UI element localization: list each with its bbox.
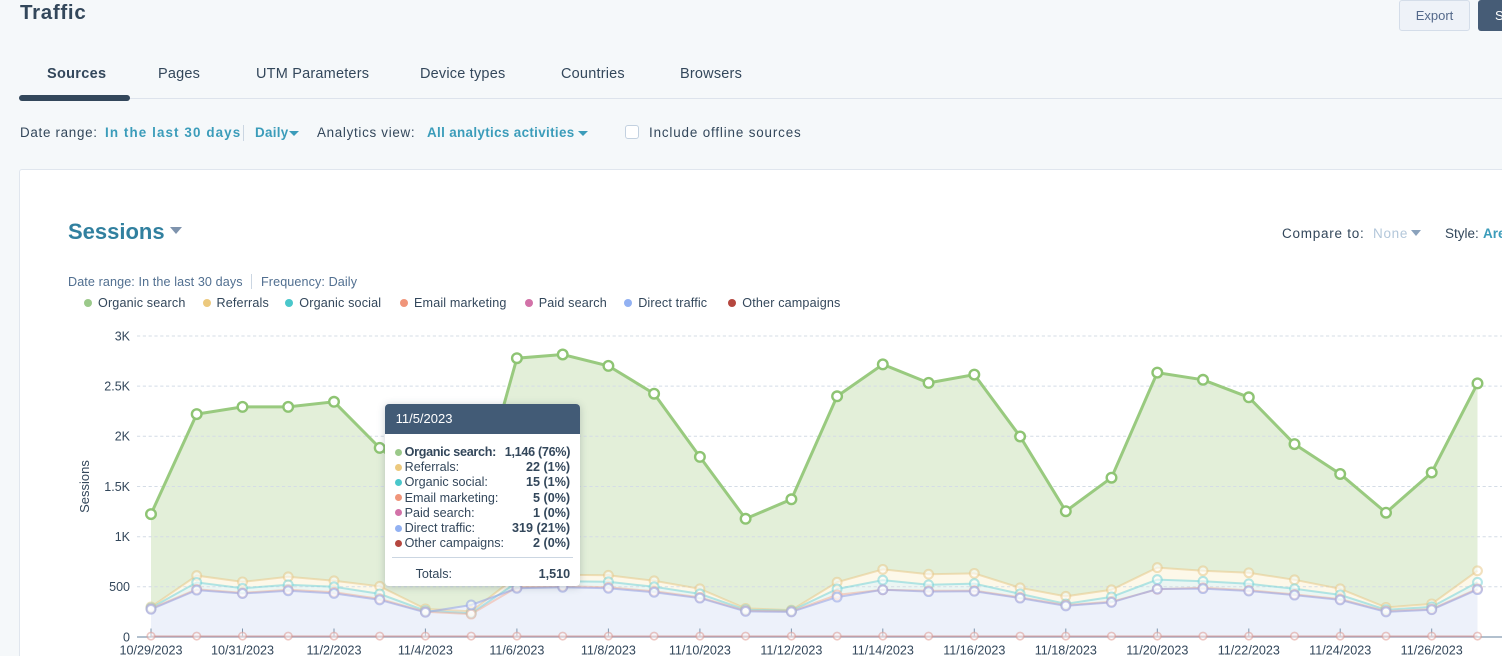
svg-text:Sessions: Sessions	[77, 460, 92, 513]
svg-text:11/2/2023: 11/2/2023	[306, 644, 361, 656]
svg-text:10/31/2023: 10/31/2023	[211, 644, 274, 656]
svg-text:11/12/2023: 11/12/2023	[760, 644, 822, 656]
svg-text:11/22/2023: 11/22/2023	[1218, 644, 1280, 656]
svg-text:10/29/2023: 10/29/2023	[119, 644, 182, 656]
svg-text:1.5K: 1.5K	[104, 480, 130, 494]
svg-text:11/14/2023: 11/14/2023	[852, 644, 914, 656]
svg-text:11/10/2023: 11/10/2023	[669, 644, 731, 656]
svg-text:11/16/2023: 11/16/2023	[943, 644, 1005, 656]
svg-text:2K: 2K	[115, 430, 131, 444]
svg-text:11/24/2023: 11/24/2023	[1309, 644, 1371, 656]
svg-text:11/18/2023: 11/18/2023	[1035, 644, 1097, 656]
svg-text:11/6/2023: 11/6/2023	[489, 644, 544, 656]
svg-text:11/26/2023: 11/26/2023	[1401, 644, 1463, 656]
svg-text:500: 500	[109, 580, 130, 594]
svg-text:11/8/2023: 11/8/2023	[581, 644, 636, 656]
svg-text:0: 0	[123, 630, 130, 644]
svg-text:11/4/2023: 11/4/2023	[398, 644, 453, 656]
svg-text:11/20/2023: 11/20/2023	[1126, 644, 1188, 656]
svg-text:3K: 3K	[115, 329, 131, 343]
svg-text:2.5K: 2.5K	[104, 379, 130, 393]
svg-text:1K: 1K	[115, 530, 131, 544]
